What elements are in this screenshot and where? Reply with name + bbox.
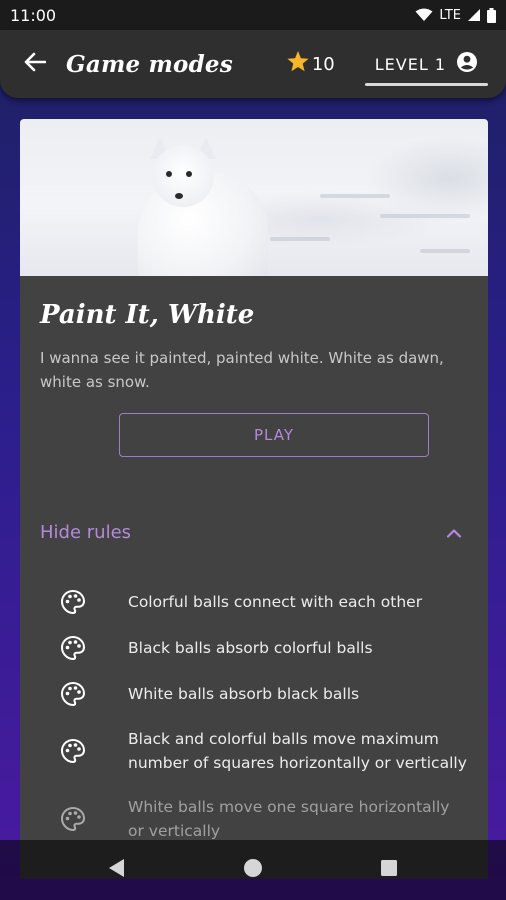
battery-icon <box>487 7 496 23</box>
network-type: LTE <box>439 7 461 23</box>
recents-square-icon <box>380 859 398 881</box>
nav-home-button[interactable] <box>241 858 265 882</box>
back-button[interactable] <box>20 49 50 79</box>
rule-text: Colorful balls connect with each other <box>128 593 423 611</box>
nav-recents-button[interactable] <box>377 858 401 882</box>
palette-icon <box>60 681 86 707</box>
rule-item: Black balls absorb colorful balls <box>40 635 468 661</box>
stars-counter: 10 <box>286 50 335 78</box>
app-bar: Game modes 10 LEVEL 1 <box>0 30 506 98</box>
status-bar: 11:00 LTE <box>0 0 506 30</box>
star-icon <box>286 50 310 78</box>
level-tab[interactable]: LEVEL 1 <box>364 30 489 98</box>
palette-icon <box>60 806 86 832</box>
play-button[interactable]: PLAY <box>119 413 429 457</box>
rule-item: White balls absorb black balls <box>40 681 468 707</box>
mode-title: Paint It, White <box>40 300 255 330</box>
navigation-bar <box>0 840 506 900</box>
wifi-icon <box>415 8 433 22</box>
mode-description: I wanna see it painted, painted white. W… <box>40 349 444 391</box>
rule-text: Black balls absorb colorful balls <box>128 639 373 657</box>
chevron-up-icon[interactable] <box>446 523 462 542</box>
stars-count: 10 <box>311 53 335 75</box>
rule-text: Black and colorful balls move maximum nu… <box>128 730 467 772</box>
palette-icon <box>60 738 86 764</box>
rule-item: Colorful balls connect with each other <box>40 589 468 615</box>
status-icons: LTE <box>415 7 496 23</box>
rules-toggle-label: Hide rules <box>40 521 132 543</box>
page-title: Game modes <box>66 50 233 78</box>
arctic-fox-image <box>20 119 488 276</box>
rule-text: White balls move one square horizontally… <box>128 798 450 840</box>
palette-icon <box>60 589 86 615</box>
account-circle-icon <box>456 51 478 77</box>
rule-item: White balls move one square horizontally… <box>40 795 468 843</box>
rules-toggle[interactable]: Hide rules <box>40 517 468 547</box>
level-label: LEVEL 1 <box>374 54 446 74</box>
game-mode-card: Paint It, White I wanna see it painted, … <box>20 119 488 879</box>
rules-list: Colorful balls connect with each other B… <box>40 589 468 843</box>
signal-icon <box>467 8 481 22</box>
home-circle-icon <box>243 858 263 882</box>
nav-back-button[interactable] <box>105 858 129 882</box>
palette-icon <box>60 635 86 661</box>
rule-item: Black and colorful balls move maximum nu… <box>40 727 468 775</box>
status-time: 11:00 <box>10 5 57 25</box>
arrow-left-icon <box>24 52 47 76</box>
rule-text: White balls absorb black balls <box>128 685 360 703</box>
back-triangle-icon <box>108 858 126 882</box>
